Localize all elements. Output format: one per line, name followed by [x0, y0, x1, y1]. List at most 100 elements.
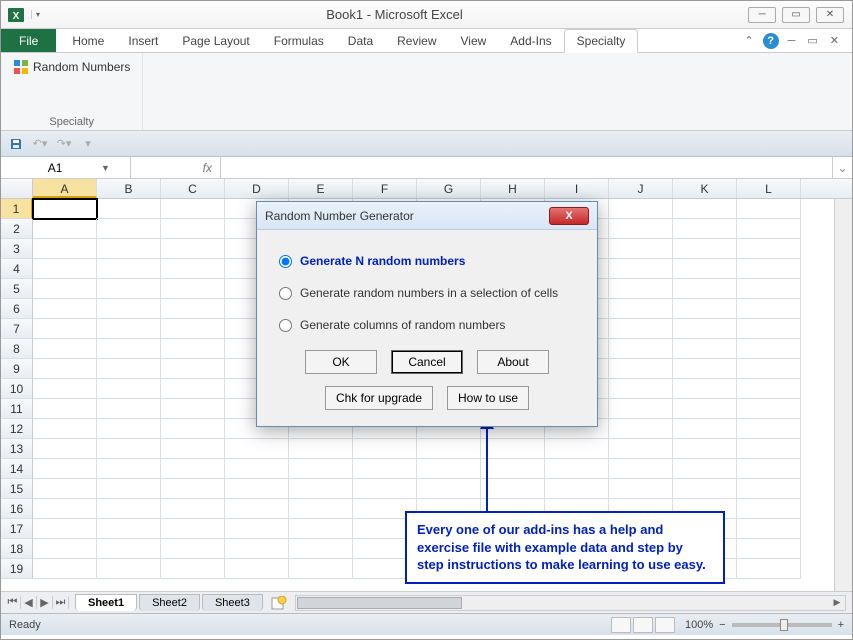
zoom-thumb[interactable]: [780, 619, 788, 631]
cell[interactable]: [97, 399, 161, 419]
cell[interactable]: [737, 339, 801, 359]
tab-page-layout[interactable]: Page Layout: [170, 29, 261, 52]
radio-option-columns[interactable]: Generate columns of random numbers: [279, 318, 575, 332]
row-header[interactable]: 3: [1, 239, 33, 259]
cell[interactable]: [97, 359, 161, 379]
tab-insert[interactable]: Insert: [116, 29, 170, 52]
cell[interactable]: [289, 499, 353, 519]
cell[interactable]: [609, 379, 673, 399]
cell[interactable]: [737, 239, 801, 259]
cell[interactable]: [545, 459, 609, 479]
cancel-button[interactable]: Cancel: [391, 350, 463, 374]
dialog-close-button[interactable]: X: [549, 207, 589, 225]
col-header-L[interactable]: L: [737, 179, 801, 198]
zoom-in-button[interactable]: +: [838, 619, 844, 631]
cell[interactable]: [737, 199, 801, 219]
radio-option-selection[interactable]: Generate random numbers in a selection o…: [279, 286, 575, 300]
cell[interactable]: [673, 439, 737, 459]
cell[interactable]: [161, 319, 225, 339]
cell[interactable]: [673, 199, 737, 219]
hscroll-thumb[interactable]: [297, 597, 462, 609]
cell[interactable]: [33, 499, 97, 519]
cell[interactable]: [225, 519, 289, 539]
row-header[interactable]: 1: [1, 199, 33, 219]
row-header[interactable]: 9: [1, 359, 33, 379]
cell[interactable]: [161, 259, 225, 279]
cell[interactable]: [33, 299, 97, 319]
how-to-use-button[interactable]: How to use: [447, 386, 529, 410]
doc-restore-button[interactable]: ▭: [804, 34, 820, 47]
cell[interactable]: [161, 379, 225, 399]
radio-input-1[interactable]: [279, 287, 292, 300]
row-header[interactable]: 4: [1, 259, 33, 279]
col-header-A[interactable]: A: [33, 179, 97, 198]
cell[interactable]: [97, 419, 161, 439]
sheet-nav-prev-icon[interactable]: ◀: [21, 596, 37, 609]
ok-button[interactable]: OK: [305, 350, 377, 374]
cell[interactable]: [33, 219, 97, 239]
cell[interactable]: [161, 539, 225, 559]
col-header-H[interactable]: H: [481, 179, 545, 198]
cell[interactable]: [33, 239, 97, 259]
cell[interactable]: [673, 319, 737, 339]
doc-close-button[interactable]: ✕: [827, 34, 842, 47]
cell[interactable]: [289, 459, 353, 479]
view-page-break-button[interactable]: [655, 617, 675, 633]
cell[interactable]: [737, 459, 801, 479]
cell[interactable]: [609, 339, 673, 359]
tab-add-ins[interactable]: Add-Ins: [498, 29, 563, 52]
row-header[interactable]: 15: [1, 479, 33, 499]
sheet-tab-3[interactable]: Sheet3: [202, 594, 263, 611]
cell[interactable]: [737, 419, 801, 439]
cell[interactable]: [33, 279, 97, 299]
cell[interactable]: [33, 399, 97, 419]
radio-input-2[interactable]: [279, 319, 292, 332]
cell[interactable]: [97, 199, 161, 219]
cell[interactable]: [673, 459, 737, 479]
minimize-button[interactable]: ─: [748, 7, 776, 23]
check-upgrade-button[interactable]: Chk for upgrade: [325, 386, 433, 410]
col-header-E[interactable]: E: [289, 179, 353, 198]
cell[interactable]: [737, 519, 801, 539]
cell[interactable]: [33, 259, 97, 279]
cell[interactable]: [609, 319, 673, 339]
cell[interactable]: [353, 439, 417, 459]
cell[interactable]: [97, 539, 161, 559]
row-header[interactable]: 13: [1, 439, 33, 459]
row-header[interactable]: 16: [1, 499, 33, 519]
cell[interactable]: [737, 259, 801, 279]
qat-customize-icon[interactable]: ▾: [79, 135, 97, 153]
cell[interactable]: [97, 519, 161, 539]
row-header[interactable]: 2: [1, 219, 33, 239]
cell[interactable]: [97, 499, 161, 519]
cell[interactable]: [33, 419, 97, 439]
radio-option-generate-n[interactable]: Generate N random numbers: [279, 254, 575, 268]
cell[interactable]: [161, 199, 225, 219]
cell[interactable]: [417, 479, 481, 499]
cell[interactable]: [97, 279, 161, 299]
cell[interactable]: [673, 279, 737, 299]
cell[interactable]: [609, 359, 673, 379]
cell[interactable]: [609, 199, 673, 219]
tab-specialty[interactable]: Specialty: [564, 29, 639, 53]
cell[interactable]: [33, 359, 97, 379]
cell[interactable]: [97, 379, 161, 399]
cell[interactable]: [161, 219, 225, 239]
select-all-corner[interactable]: [1, 179, 33, 198]
cell[interactable]: [481, 439, 545, 459]
cell[interactable]: [289, 439, 353, 459]
zoom-out-button[interactable]: −: [719, 619, 725, 631]
cell[interactable]: [33, 379, 97, 399]
sheet-nav-next-icon[interactable]: ▶: [37, 596, 53, 609]
cell[interactable]: [161, 339, 225, 359]
col-header-I[interactable]: I: [545, 179, 609, 198]
zoom-slider[interactable]: [732, 623, 832, 627]
col-header-G[interactable]: G: [417, 179, 481, 198]
cell[interactable]: [161, 479, 225, 499]
cell[interactable]: [737, 539, 801, 559]
save-icon[interactable]: [7, 135, 25, 153]
row-header[interactable]: 5: [1, 279, 33, 299]
col-header-D[interactable]: D: [225, 179, 289, 198]
sheet-tab-1[interactable]: Sheet1: [75, 594, 137, 611]
vertical-scrollbar[interactable]: [834, 199, 852, 591]
